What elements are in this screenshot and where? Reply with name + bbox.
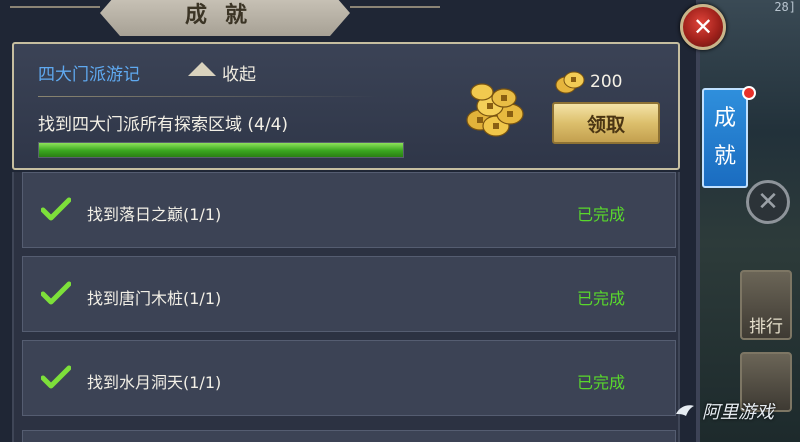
watermark: 阿里游戏	[674, 398, 774, 424]
collapse-button[interactable]: 收起	[222, 60, 256, 85]
watermark-text: 阿里游戏	[702, 402, 774, 423]
check-icon	[41, 197, 71, 221]
subtask-list: 找到落日之巅(1/1) 已完成 找到唐门木桩(1/1) 已完成 找到水月洞天(1…	[12, 172, 680, 442]
check-icon	[41, 365, 71, 389]
notification-dot	[742, 86, 756, 100]
tab-achievement[interactable]: 成 就	[702, 88, 748, 188]
task-description: 找到四大门派所有探索区域 (4/4)	[38, 115, 289, 135]
reward-amount: 200	[590, 72, 623, 92]
copper-coins-icon	[466, 83, 524, 137]
category-title[interactable]: 四大门派游记	[38, 60, 140, 85]
bird-logo-icon	[676, 405, 694, 416]
subtask-item: 找到水月洞天(1/1) 已完成	[22, 340, 676, 416]
subtask-status: 已完成	[577, 289, 626, 308]
rank-button[interactable]: 排行	[740, 270, 792, 340]
tab-label-2: 就	[713, 144, 736, 169]
close-icon: ✕	[692, 13, 714, 41]
subtask-item: 找到唐门木桩(1/1) 已完成	[22, 256, 676, 332]
divider	[38, 96, 378, 97]
subtask-label: 找到水月洞天(1/1)	[87, 373, 222, 392]
panel-title: 成就	[100, 0, 350, 36]
title-ornament-left	[10, 6, 100, 16]
subtask-status: 已完成	[577, 373, 626, 392]
title-ornament-right	[350, 6, 440, 16]
claim-button[interactable]: 领取	[552, 102, 660, 144]
progress-fill	[39, 143, 403, 157]
close-button[interactable]: ✕	[680, 4, 726, 50]
subtask-label: 找到唐门木桩(1/1)	[87, 289, 222, 308]
collapse-arrow-icon[interactable]	[188, 62, 216, 76]
check-icon	[41, 281, 71, 305]
tab-label-1: 成	[713, 106, 736, 131]
resource-counter: 28]	[774, 0, 796, 14]
subtask-item: 找到落日之巅(1/1) 已完成	[22, 172, 676, 248]
subtask-status: 已完成	[577, 205, 626, 224]
coin-icon	[555, 71, 585, 94]
achievement-card: 四大门派游记 收起 找到四大门派所有探索区域 (4/4) 200 领取	[12, 42, 680, 170]
achievement-panel: 成就 四大门派游记 收起 找到四大门派所有探索区域 (4/4) 200 领取 找…	[0, 0, 700, 442]
progress-bar	[38, 142, 404, 158]
next-achievement-card[interactable]	[22, 430, 676, 442]
disabled-close-icon: ✕	[746, 180, 790, 224]
subtask-label: 找到落日之巅(1/1)	[87, 205, 222, 224]
